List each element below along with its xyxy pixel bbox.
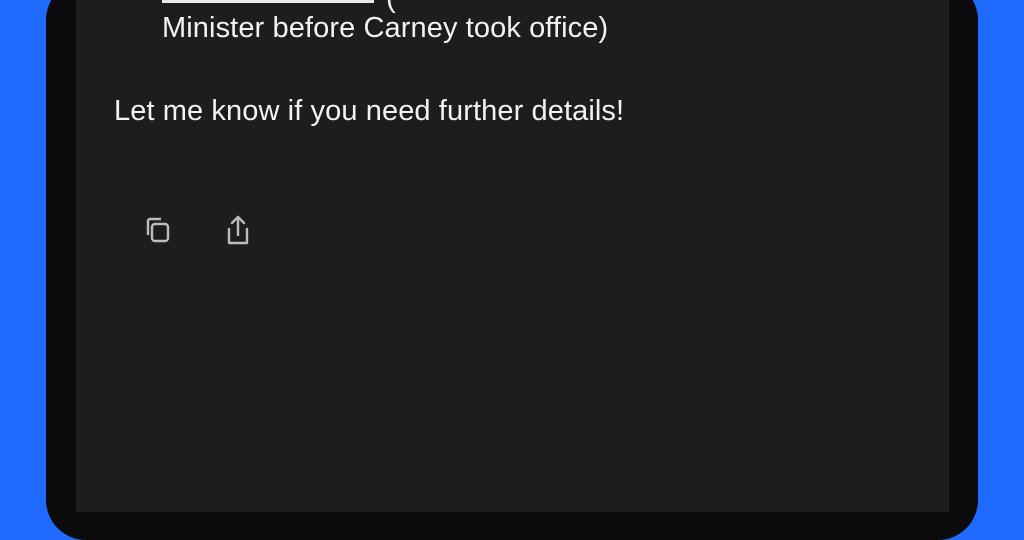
link-underline[interactable] <box>162 0 374 3</box>
message-actions <box>142 211 256 251</box>
minister-line: Minister before Carney took office) <box>162 12 609 44</box>
copy-icon <box>146 217 170 243</box>
closing-message: Let me know if you need further details! <box>114 95 625 127</box>
chat-screen: ( Minister before Carney took office) Le… <box>76 0 949 512</box>
share-icon <box>227 215 249 245</box>
share-button[interactable] <box>220 211 256 251</box>
copy-button[interactable] <box>142 211 178 251</box>
